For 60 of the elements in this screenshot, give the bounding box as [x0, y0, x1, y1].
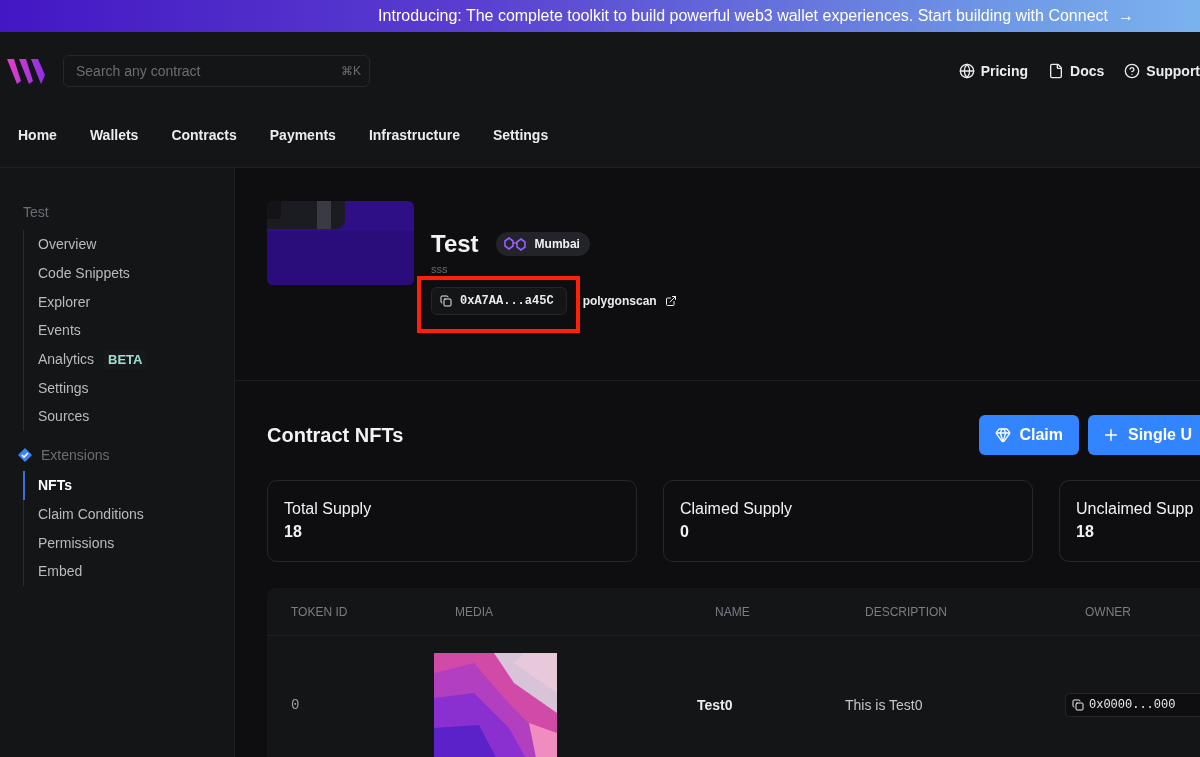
column-header: DESCRIPTION [864, 604, 948, 619]
stat-value: 18 [284, 523, 303, 541]
sidebar-item[interactable]: Events [23, 316, 234, 345]
document-icon [1048, 63, 1065, 79]
header-link[interactable]: Docs [1048, 63, 1105, 79]
section-title: Contract NFTs [267, 423, 404, 447]
owner-address-button[interactable]: 0x0000...000 [1065, 692, 1200, 717]
sidebar-heading: Extensions [41, 446, 110, 463]
header-link[interactable]: Support [1124, 63, 1200, 79]
address-button[interactable]: 0xA7AA...a45C [431, 287, 567, 315]
column-header: TOKEN ID [290, 604, 349, 619]
sidebar-item[interactable]: Permissions [23, 528, 234, 557]
sidebar-item[interactable]: Code Snippets [23, 258, 234, 288]
network-chip: Mumbai [495, 232, 590, 256]
column-header: NAME [714, 604, 751, 619]
stat-value: 18 [1076, 523, 1095, 541]
action-button[interactable]: Single U [1088, 415, 1200, 455]
sidebar-item[interactable]: Claim Conditions [23, 499, 234, 529]
logo-icon[interactable] [6, 57, 46, 85]
beta-badge: BETA [104, 349, 147, 369]
nav-link[interactable]: Infrastructure [368, 126, 460, 143]
action-button[interactable]: Claim [979, 415, 1079, 455]
copy-icon [1072, 698, 1084, 711]
contract-description: sss [431, 264, 449, 275]
announcement-text[interactable]: Introducing: The complete toolkit to build powerful web3 wallet experiences. Start building with Connect → [378, 7, 1134, 25]
nav-link[interactable]: Contracts [171, 126, 237, 143]
sidebar-item[interactable]: Analytics BETA [23, 344, 234, 374]
sidebar-item[interactable]: Embed [23, 556, 234, 586]
column-header: OWNER [1084, 604, 1132, 619]
name-cell-text: Test0 [696, 696, 734, 713]
gem-icon [995, 427, 1012, 443]
hexagon-link-icon [503, 236, 526, 252]
stat-label: Total Supply [284, 500, 373, 518]
explorer-link[interactable]: polygonscan [582, 294, 677, 308]
nav-link[interactable]: Wallets [89, 126, 139, 143]
contract-title: Test [431, 230, 479, 258]
shortcut-hint: ⌘K [341, 64, 361, 78]
description-cell-text: This is Test0 [844, 696, 924, 713]
sidebar-item[interactable]: NFTs [23, 470, 234, 500]
stat-label: Claimed Supply [680, 500, 794, 518]
sidebar-item[interactable]: Sources [23, 402, 234, 431]
sidebar-heading: Test [23, 204, 50, 220]
column-header: MEDIA [454, 604, 494, 619]
copy-icon [440, 295, 452, 307]
nav-link[interactable]: Settings [492, 126, 549, 143]
globe-icon [958, 63, 975, 79]
announcement-banner[interactable]: Introducing: The complete toolkit to build powerful web3 wallet experiences. Start building with Connect → [0, 0, 1200, 32]
sidebar-item[interactable]: Settings [23, 373, 234, 403]
check-badge-icon [17, 446, 33, 463]
stat-value: 0 [680, 523, 690, 541]
sidebar-item[interactable]: Explorer [23, 287, 234, 317]
help-icon [1124, 63, 1141, 79]
plus-icon [1102, 426, 1120, 444]
external-link-icon [664, 295, 677, 307]
stat-label: Unclaimed Supp [1076, 500, 1195, 518]
token-id-cell-text: 0 [290, 696, 301, 713]
nav-link[interactable]: Home [18, 126, 57, 143]
sidebar-item[interactable]: Overview [23, 230, 234, 259]
header-link[interactable]: Pricing [958, 63, 1029, 79]
nav-link[interactable]: Payments [269, 126, 336, 143]
